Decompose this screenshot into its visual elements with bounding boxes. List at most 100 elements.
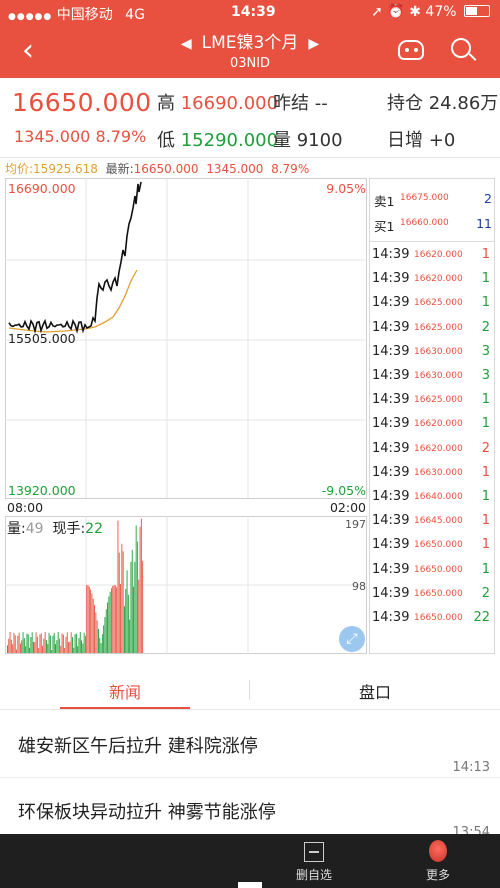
price-change: 1345.000 8.79% [14,127,147,146]
volume-bar [133,586,134,653]
status-time: 14:39 [231,4,276,20]
volume-bar [60,645,62,653]
volume-bar [49,635,51,653]
trade-row: 14:39 16620.000 1 [370,267,494,291]
triangle-right-icon[interactable]: ▶ [308,36,319,52]
trade-time: 14:39 [372,343,410,359]
volume-bar [138,579,140,653]
volume-bar [7,645,8,653]
volume-bar [39,634,41,653]
trade-time: 14:39 [372,464,410,480]
volume-bar [74,634,76,653]
volume-bar [90,589,92,653]
remove-watchlist-button[interactable]: 删自选 [274,834,354,883]
volume-bar [96,620,98,653]
volume-bar [44,632,46,653]
trade-price: 16620.000 [414,443,463,454]
bottom-toolbar: 删自选 更多 [0,834,500,888]
volume-bar [127,594,129,653]
volume-bar [22,632,24,653]
trade-row: 14:39 16650.000 1 [370,558,494,582]
volume-bar [99,637,101,653]
volume-bar [78,638,80,653]
trade-price: 16650.000 [414,613,463,623]
chart-info-line: 均价:15925.618 最新:16650.000 1345.000 8.79% [5,162,310,176]
trade-time: 14:39 [372,319,410,335]
volume-bar [91,593,93,653]
search-icon[interactable] [451,38,471,58]
time-end-label: 02:00 [329,500,366,515]
news-item[interactable]: 雄安新区午后拉升 建科院涨停 14:13 [0,712,500,778]
instrument-code: 03NID [229,56,271,71]
more-button[interactable]: 更多 [398,834,478,883]
volume: 量 9100 [273,130,343,151]
tab-order-book[interactable]: 盘口 [250,679,500,703]
volume-bar [14,635,16,653]
news-headline: 雄安新区午后拉升 建科院涨停 [18,736,258,757]
header: ●●●●● 中国移动 4G 14:39 ➚ ⏰ ✱ 47% ‹ ◀ LME镍3个月… [0,0,500,78]
volume-bar [43,638,45,653]
trade-price: 16650.000 [414,564,463,575]
prev-settle: 昨结 -- [273,93,328,114]
book-divider [370,241,494,242]
volume-bar [117,520,119,653]
network-type: 4G [125,7,145,23]
trade-volume: 1 [481,464,490,480]
volume-bar [111,588,112,653]
triangle-left-icon[interactable]: ◀ [181,36,192,52]
trade-time: 14:39 [372,368,410,383]
battery-percent: 47% [425,4,457,20]
news-item[interactable]: 环保板块异动拉升 神雾节能涨停 13:54 [0,778,500,840]
page-title: ◀ LME镍3个月 ▶ [0,28,500,53]
trade-time: 14:39 [372,440,410,456]
trade-price: 16640.000 [414,492,463,502]
volume-bar [21,640,23,653]
y-axis-bottom-label: 13920.000 [8,483,76,498]
volume-bar [122,551,124,653]
trade-volume: 2 [481,319,490,335]
tab-news[interactable]: 新闻 [0,679,250,703]
y-axis-top-label: 16690.000 [8,181,76,196]
trade-volume: 1 [481,416,490,432]
volume-bar [42,645,43,653]
trade-price: 16630.000 [414,371,463,381]
trade-row: 14:39 16630.000 3 [370,364,494,388]
trade-row: 14:39 16625.000 1 [370,388,494,412]
daily-increase: 日增 +0 [387,130,456,151]
bid-row[interactable]: 买1 16660.000 11 [374,212,492,234]
battery-icon [464,5,490,17]
volume-bar [131,549,133,653]
volume-bar [38,648,40,653]
volume-bar [139,526,141,653]
location-icon: ➚ [371,4,383,20]
trade-row: 14:39 16625.000 2 [370,316,494,340]
volume-bar [73,647,75,653]
volume-bar [53,632,55,653]
volume-bar [75,633,77,653]
trade-row: 14:39 16620.000 1 [370,412,494,436]
status-bar: ●●●●● 中国移动 4G 14:39 ➚ ⏰ ✱ 47% [0,0,500,26]
volume-bar [124,606,125,653]
trade-time: 14:39 [372,416,410,432]
time-start-label: 08:00 [7,500,44,515]
volume-bar [9,632,11,653]
trade-time: 14:39 [372,392,410,408]
ask-row[interactable]: 卖1 16675.000 2 [374,187,492,209]
volume-bar [98,628,99,653]
trade-row: 14:39 16645.000 1 [370,509,494,533]
volume-bar [18,632,20,653]
robot-icon[interactable] [398,40,424,60]
volume-bar [48,632,50,653]
intraday-chart[interactable]: 16690.000 15505.000 13920.000 9.05% -9.0… [5,178,368,654]
volume-bar [57,632,59,653]
trade-price: 16620.000 [414,250,463,260]
news-time: 14:13 [452,760,490,775]
trade-price: 16620.000 [414,274,463,285]
volume-bar [30,637,32,653]
instrument-name: LME镍3个月 [201,33,299,53]
expand-icon[interactable]: ⤢ [339,626,365,652]
volume-bar [13,632,15,653]
news-headline: 环保板块异动拉升 神雾节能涨停 [18,802,276,823]
trade-row: 14:39 16620.000 2 [370,437,494,461]
trade-volume: 2 [481,440,490,456]
